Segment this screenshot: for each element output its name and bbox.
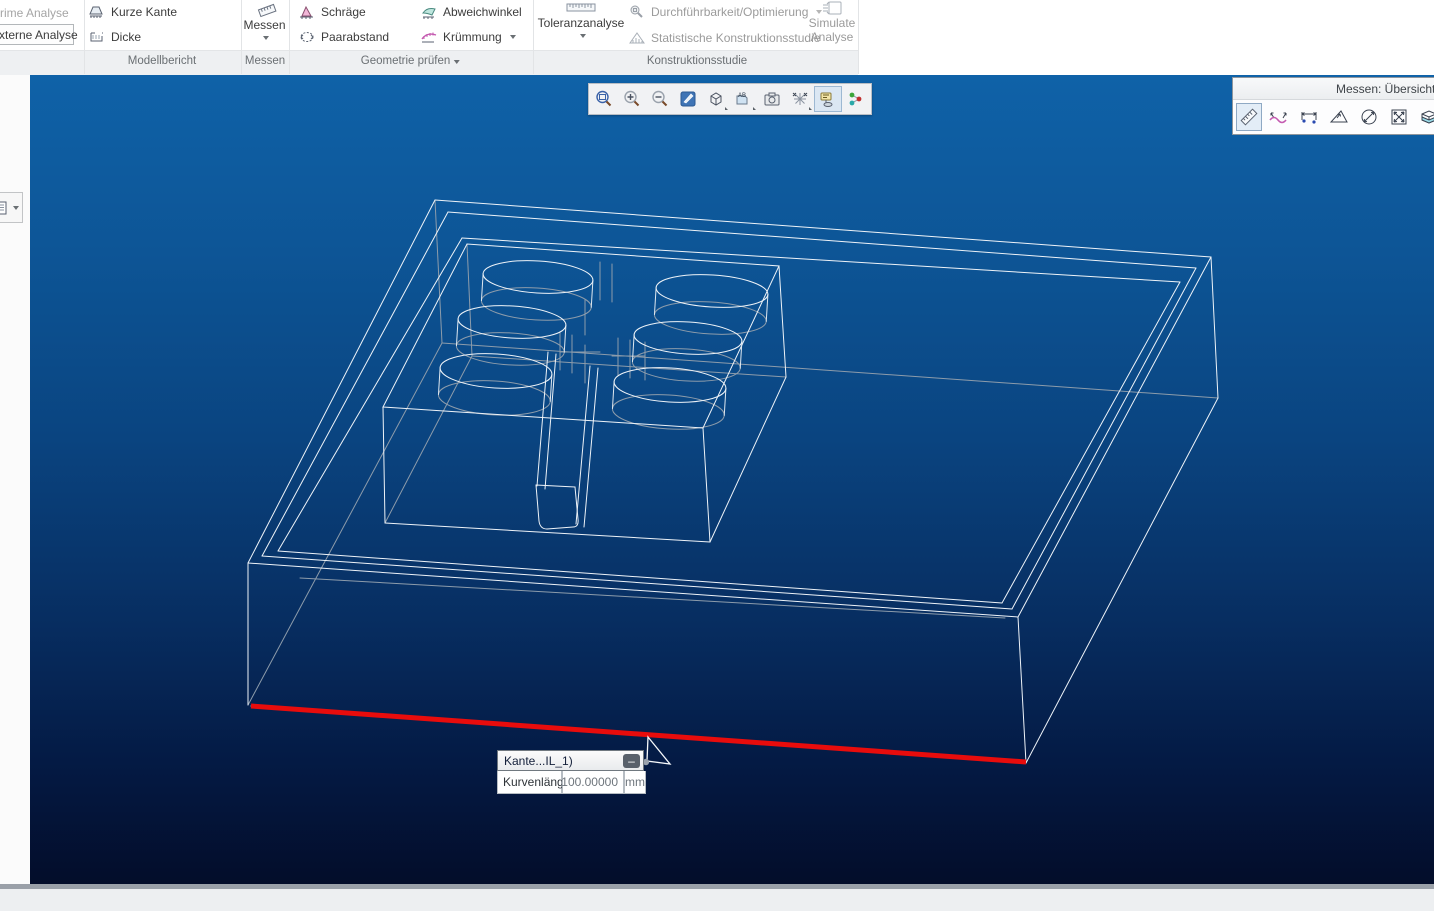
saved-views-icon: AB	[734, 90, 754, 108]
zoom-region-button[interactable]	[590, 86, 618, 112]
display-style-icon	[707, 90, 725, 108]
repaint-icon	[679, 90, 697, 108]
schraege-icon	[298, 4, 316, 20]
dicke-icon	[88, 29, 106, 45]
annotation-display-button[interactable]	[814, 86, 842, 112]
zoom-in-button[interactable]	[618, 86, 646, 112]
group-label-modellbericht: Modellbericht	[128, 55, 196, 67]
group-label-konstruktionsstudie: Konstruktionsstudie	[647, 55, 747, 67]
durchfuehrbarkeit-button: Durchführbarkeit/Optimierung	[628, 4, 822, 20]
zoom-in-icon	[622, 89, 642, 109]
messen-panel-title: Messen: Übersicht	[1336, 82, 1434, 96]
toleranzanalyse-icon	[563, 0, 599, 16]
dropdown-arrow-icon	[13, 206, 19, 210]
spin-center-button[interactable]	[842, 86, 870, 112]
angle-icon	[1328, 107, 1350, 127]
measure-distance-button[interactable]	[1296, 103, 1322, 131]
curve-length-icon	[1268, 107, 1290, 127]
wireframe-model	[30, 75, 1434, 884]
kurze-kante-icon	[88, 4, 106, 20]
messen-button[interactable]: Messen	[241, 2, 288, 40]
corner-dropdown-icon	[809, 107, 812, 110]
callout-value[interactable]: 100.00000	[562, 771, 624, 794]
collapse-button[interactable]: –	[623, 754, 640, 768]
group-separator	[84, 0, 85, 74]
measure-angle-button[interactable]	[1326, 103, 1352, 131]
abweichwinkel-button[interactable]: Abweichwinkel	[420, 4, 522, 20]
measure-curve-length-button[interactable]	[1266, 103, 1292, 131]
cut-toolbar[interactable]	[0, 192, 23, 223]
spin-center-icon	[846, 90, 866, 108]
diameter-icon	[1359, 107, 1379, 127]
simulate-icon	[820, 0, 844, 16]
ruler-icon	[1239, 107, 1259, 127]
annotation-display-icon	[818, 90, 838, 108]
group-separator	[858, 0, 859, 74]
document-icon	[0, 201, 7, 215]
corner-dropdown-icon	[725, 107, 728, 110]
dropdown-arrow-icon	[510, 35, 516, 39]
messen-uebersicht-panel: Messen: Übersicht	[1232, 77, 1434, 135]
status-bar	[0, 884, 1434, 911]
graphics-viewport[interactable]	[30, 75, 1434, 884]
callout-title: Kante...IL_1)	[498, 754, 623, 768]
svg-text:AB: AB	[738, 93, 746, 99]
group-separator	[289, 0, 290, 74]
messen-panel-titlebar[interactable]: Messen: Übersicht	[1233, 78, 1434, 100]
group-separator	[533, 0, 534, 74]
toleranzanalyse-button[interactable]: Toleranzanalyse	[536, 0, 626, 38]
capture-button[interactable]	[758, 86, 786, 112]
callout-unit: mm	[624, 771, 646, 794]
dropdown-arrow-icon	[580, 34, 586, 38]
capture-icon	[763, 90, 781, 108]
volume-icon	[1418, 107, 1434, 127]
group-label-messen: Messen	[245, 55, 285, 67]
measure-bounding-box-button[interactable]	[1386, 103, 1412, 131]
ribbon: rime Analyse xterne Analyse Kurze Kante …	[0, 0, 1434, 76]
kruemmung-icon	[420, 29, 438, 45]
callout-label: Kurvenlänge	[497, 771, 562, 794]
repaint-button[interactable]	[674, 86, 702, 112]
schraege-button[interactable]: Schräge	[298, 4, 366, 20]
datum-display-button[interactable]	[786, 86, 814, 112]
prime-analyse-button: rime Analyse	[0, 6, 69, 20]
dropdown-arrow-icon	[263, 36, 269, 40]
kurze-kante-button[interactable]: Kurze Kante	[88, 4, 177, 20]
dicke-button[interactable]: Dicke	[88, 29, 141, 45]
saved-views-button[interactable]: AB	[730, 86, 758, 112]
callout-header[interactable]: Kante...IL_1) –	[497, 750, 644, 771]
statistik-icon	[628, 30, 646, 46]
point-distance-icon	[1298, 107, 1320, 127]
zoom-region-icon	[594, 89, 614, 109]
corner-dropdown-icon	[753, 107, 756, 110]
measure-volume-button[interactable]	[1416, 103, 1434, 131]
callout-row: Kurvenlänge 100.00000 mm	[497, 771, 646, 794]
callout-leader	[647, 737, 670, 764]
zoom-out-button[interactable]	[646, 86, 674, 112]
abweichwinkel-icon	[420, 4, 438, 20]
simulate-analyse-button: Simulate Analyse	[806, 0, 858, 44]
zoom-out-icon	[650, 89, 670, 109]
statistische-button: Statistische Konstruktionsstudie	[628, 30, 820, 46]
view-toolbar: AB	[588, 83, 872, 115]
bounding-box-icon	[1389, 107, 1409, 127]
measurement-callout: Kante...IL_1) – Kurvenlänge 100.00000 mm	[497, 750, 646, 794]
externe-analyse-button[interactable]: xterne Analyse	[0, 24, 74, 45]
datum-display-icon	[790, 90, 810, 108]
dropdown-arrow-icon	[453, 60, 459, 64]
measure-ruler-button[interactable]	[1236, 103, 1262, 131]
left-margin-strip	[0, 75, 30, 884]
messen-icon	[256, 2, 274, 18]
measure-diameter-button[interactable]	[1356, 103, 1382, 131]
paarabstand-button[interactable]: Paarabstand	[298, 29, 389, 45]
group-label-geometrie[interactable]: Geometrie prüfen	[361, 55, 460, 67]
durchfuehrbarkeit-icon	[628, 4, 646, 20]
kruemmung-button[interactable]: Krümmung	[420, 29, 516, 45]
paarabstand-icon	[298, 29, 316, 45]
display-style-button[interactable]	[702, 86, 730, 112]
